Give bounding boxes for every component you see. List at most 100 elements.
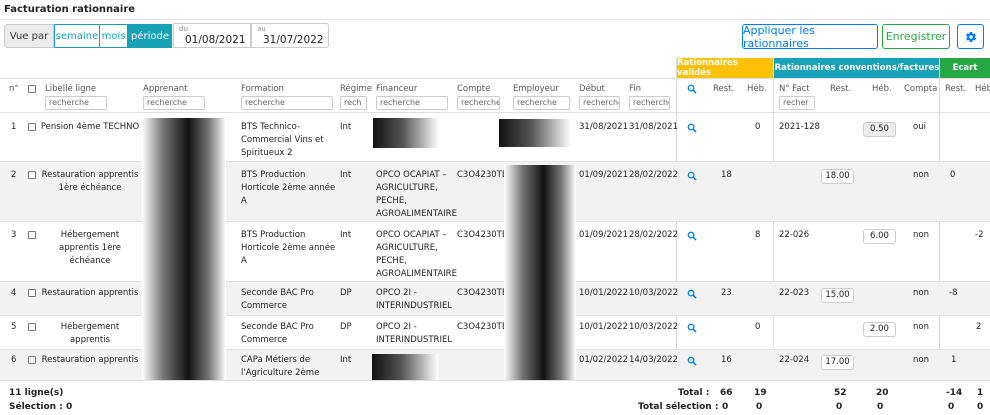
col-header-invoice-number[interactable]: N° Fact [779,84,810,94]
row-training: BTS Production Horticole 2ème année A [241,230,336,266]
total-sel-gap-heb: 0 [977,402,984,412]
row-rest: 18 [721,170,732,180]
search-icon [687,356,697,366]
row-start: 01/09/2021 [579,230,628,240]
row-number: 1 [11,122,17,132]
row-count: 11 ligne(s) [9,388,64,398]
group-header-conventions: Rationnaires conventions/factures [774,58,940,78]
search-valides-button[interactable] [687,84,697,94]
row-label: Hébergement apprentis [60,322,120,345]
save-button[interactable]: Enregistrer [882,24,950,49]
row-rest-conv-input[interactable]: 15.00 [821,288,854,303]
row-search-button[interactable] [687,231,697,241]
redacted-employer-column [504,165,576,380]
row-accounting: non [913,355,929,365]
row-heb-conv-input[interactable]: 0.50 [863,122,896,137]
row-number: 6 [11,355,17,365]
filter-learner-input[interactable]: recherche [143,96,205,110]
col-header-regime[interactable]: Régime [340,84,372,94]
search-icon [687,289,697,299]
col-header-learner[interactable]: Apprenant [143,84,187,94]
view-period-button[interactable]: période [128,24,172,48]
date-to-value: 31/07/2022 [263,34,324,46]
col-header-start[interactable]: Début [579,84,605,94]
view-month-button[interactable]: mois [99,24,128,48]
apply-rationnaires-button[interactable]: Appliquer les rationnaires [742,24,878,50]
select-all-checkbox[interactable] [28,85,36,93]
row-checkbox[interactable] [28,289,36,297]
total-heb-conv: 20 [876,388,889,398]
row-heb-conv-input[interactable]: 2.00 [863,322,896,337]
row-search-button[interactable] [687,171,697,181]
row-funder: OPCO 2I - INTERINDUSTRIEL [376,322,453,345]
total-gap-heb: 1 [977,388,984,398]
col-header-funder[interactable]: Financeur [376,84,417,94]
col-header-rest-conv: Rest. [830,84,852,94]
row-rest-conv-input[interactable]: 18.00 [821,169,854,184]
row-checkbox[interactable] [28,231,36,239]
row-gap-heb: 2 [976,322,982,332]
total-sel-heb-conv: 0 [877,402,884,412]
row-regime: Int [340,170,352,180]
date-from-value: 01/08/2021 [185,34,246,46]
filter-invoice-input[interactable]: recher [779,96,815,110]
row-training: CAPa Métiers de l'Agriculture 2ème [241,355,320,378]
row-gap-rest: -8 [949,288,958,298]
total-sel-rest: 0 [722,402,729,412]
col-header-label[interactable]: Libellé ligne [45,84,96,94]
col-header-account[interactable]: Compte [457,84,490,94]
row-accounting: non [913,230,929,240]
col-header-end[interactable]: Fin [629,84,641,94]
col-header-employer[interactable]: Employeur [513,84,559,94]
row-search-button[interactable] [687,323,697,333]
total-label: Total : [678,388,710,398]
row-gap-rest: 0 [950,170,956,180]
row-funder: OPCO OCAPIAT – AGRICULTURE, PECHE, AGROA… [376,170,457,219]
col-header-training[interactable]: Formation [241,84,284,94]
row-heb: 0 [755,322,761,332]
row-rest-conv-input[interactable]: 17.00 [821,355,854,370]
row-funder: OPCO 2I - INTERINDUSTRIEL [376,288,453,311]
row-checkbox[interactable] [28,171,36,179]
row-checkbox[interactable] [28,123,36,131]
filter-label-input[interactable]: recherche [45,96,107,110]
search-icon [687,84,697,94]
view-week-button[interactable]: semaine [54,24,100,48]
filter-end-input[interactable]: recherche [629,96,670,110]
search-icon [687,323,697,333]
row-training: BTS Production Horticole 2ème année A [241,170,336,206]
header-top-border [0,78,990,79]
settings-button[interactable] [957,24,984,49]
row-heb-conv-input[interactable]: 6.00 [863,229,896,244]
row-heb: 8 [755,230,761,240]
row-checkbox[interactable] [28,323,36,331]
filter-regime-input[interactable]: rech [340,96,367,110]
title-divider [0,19,990,20]
row-search-button[interactable] [687,289,697,299]
filter-employer-input[interactable]: recherche [513,96,570,110]
filter-funder-input[interactable]: recherche [376,96,448,110]
row-label: Pension 4ème TECHNO [40,122,140,132]
filter-start-input[interactable]: recherche [579,96,620,110]
row-checkbox[interactable] [28,356,36,364]
redacted-funder [373,118,439,148]
row-regime: DP [340,288,352,298]
total-gap-rest: -14 [946,388,963,398]
row-search-button[interactable] [687,356,697,366]
row-invoice-number: 22-024 [779,355,810,365]
row-search-button[interactable] [687,123,697,133]
search-icon [687,171,697,181]
col-header-gap-rest: Rest. [945,84,967,94]
filter-training-input[interactable]: recherche [241,96,333,110]
row-regime: Int [340,355,352,365]
date-to-field[interactable]: au 31/07/2022 [251,23,329,48]
group-header-validated: Rationnaires validés [677,58,774,78]
row-accounting: non [913,322,929,332]
row-end: 10/03/2022 [629,288,678,298]
row-start: 31/08/2021 [579,122,628,132]
date-from-field[interactable]: du 01/08/2021 [173,23,251,48]
row-invoice-number: 22-026 [779,230,810,240]
total-sel-gap-rest: 0 [948,402,955,412]
row-end: 28/02/2022 [629,170,678,180]
filter-account-input[interactable]: recherche [457,96,500,110]
